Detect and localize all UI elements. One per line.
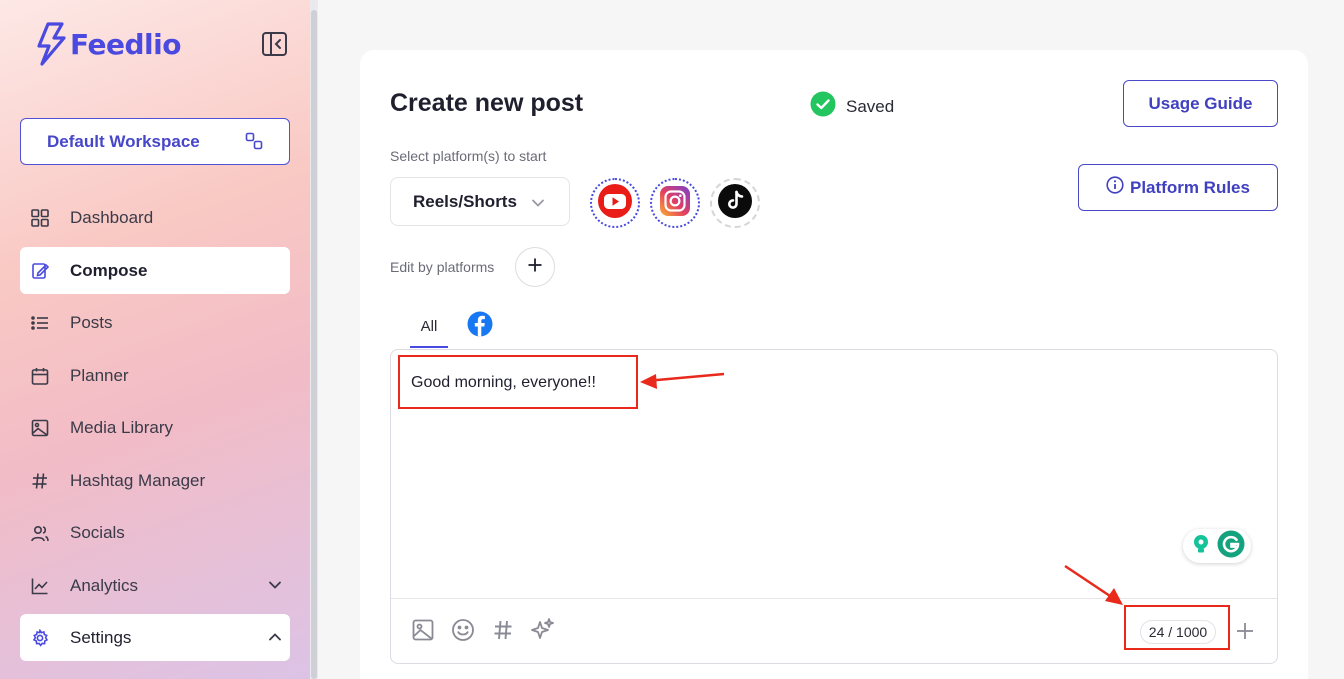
annotation-highlight-text <box>398 355 638 409</box>
sidebar-item-compose[interactable]: Compose <box>20 247 290 294</box>
gear-icon <box>30 628 50 648</box>
sidebar-item-label: Media Library <box>70 417 173 437</box>
workspace-selector[interactable]: Default Workspace <box>20 118 290 165</box>
sidebar-item-label: Socials <box>70 522 125 542</box>
tab-all[interactable]: All <box>410 307 448 348</box>
platform-tiktok[interactable] <box>710 178 760 228</box>
editor-toolbar-divider <box>391 598 1277 599</box>
grammarly-widget[interactable] <box>1183 529 1251 563</box>
users-icon <box>30 523 50 543</box>
youtube-icon <box>597 183 633 224</box>
sidebar-item-media-library[interactable]: Media Library <box>20 404 290 451</box>
sidebar-item-socials[interactable]: Socials <box>20 509 290 556</box>
saved-label: Saved <box>846 96 895 116</box>
insert-emoji-button[interactable] <box>450 618 476 647</box>
hashtag-icon <box>30 471 50 491</box>
select-platform-hint: Select platform(s) to start <box>390 148 547 164</box>
add-more-button[interactable] <box>1234 620 1256 647</box>
sidebar-item-label: Settings <box>70 627 132 647</box>
grammarly-icon[interactable] <box>1217 530 1245 563</box>
calendar-icon <box>30 366 50 386</box>
workspace-label: Default Workspace <box>47 131 200 151</box>
sparkle-icon <box>530 617 556 648</box>
insert-media-button[interactable] <box>410 619 436 645</box>
sidebar-item-dashboard[interactable]: Dashboard <box>20 194 290 241</box>
tab-facebook[interactable] <box>467 311 493 342</box>
post-type-dropdown[interactable]: Reels/Shorts <box>390 177 570 226</box>
platform-instagram[interactable] <box>650 178 700 228</box>
image-icon <box>411 618 435 647</box>
sidebar-item-label: Dashboard <box>70 207 154 227</box>
collapse-sidebar-icon[interactable] <box>261 31 288 57</box>
platform-youtube[interactable] <box>590 178 640 228</box>
compose-icon <box>30 261 50 281</box>
chevron-up-icon <box>268 630 282 649</box>
add-platform-edit-button[interactable] <box>515 247 555 287</box>
chart-icon <box>30 576 50 596</box>
usage-guide-button[interactable]: Usage Guide <box>1123 80 1278 127</box>
sidebar-item-label: Posts <box>70 312 113 332</box>
image-icon <box>30 418 50 438</box>
sidebar-item-label: Hashtag Manager <box>70 470 206 490</box>
plus-icon <box>527 257 543 278</box>
page-title: Create new post <box>390 89 584 117</box>
list-icon <box>30 313 50 333</box>
info-icon <box>1106 176 1124 199</box>
annotation-highlight-counter <box>1124 605 1230 650</box>
post-type-label: Reels/Shorts <box>413 191 517 211</box>
hashtag-icon <box>492 619 514 646</box>
saved-status: Saved <box>810 91 894 122</box>
ai-assist-button[interactable] <box>530 617 556 648</box>
edit-by-platforms-label: Edit by platforms <box>390 259 495 275</box>
check-circle-icon <box>810 91 836 122</box>
switch-workspace-icon <box>245 132 263 155</box>
sidebar-item-posts[interactable]: Posts <box>20 299 290 346</box>
chevron-down-icon <box>531 196 545 215</box>
platform-rules-button[interactable]: Platform Rules <box>1078 164 1278 211</box>
emoji-icon <box>451 618 475 647</box>
app-name: Feedlio <box>70 27 181 61</box>
app-logo[interactable]: Feedlio <box>34 22 181 66</box>
instagram-icon <box>657 183 693 224</box>
sidebar-item-label: Planner <box>70 365 129 385</box>
chevron-down-icon <box>268 578 282 597</box>
dashboard-icon <box>30 208 50 228</box>
scrollbar-thumb[interactable] <box>311 10 317 679</box>
insert-hashtag-button[interactable] <box>490 619 516 645</box>
sidebar-item-label: Analytics <box>70 575 139 595</box>
sidebar-item-planner[interactable]: Planner <box>20 352 290 399</box>
sidebar-item-hashtag-manager[interactable]: Hashtag Manager <box>20 457 290 504</box>
platform-rules-label: Platform Rules <box>1130 177 1250 197</box>
plus-icon <box>1234 623 1256 646</box>
sidebar-item-analytics[interactable]: Analytics <box>20 562 290 609</box>
sidebar-item-settings[interactable]: Settings <box>20 614 290 661</box>
lightbulb-icon[interactable] <box>1190 533 1212 560</box>
sidebar-item-label: Compose <box>70 260 148 280</box>
tiktok-icon <box>717 183 753 224</box>
facebook-icon <box>467 311 493 341</box>
bolt-logo-icon <box>37 22 66 66</box>
